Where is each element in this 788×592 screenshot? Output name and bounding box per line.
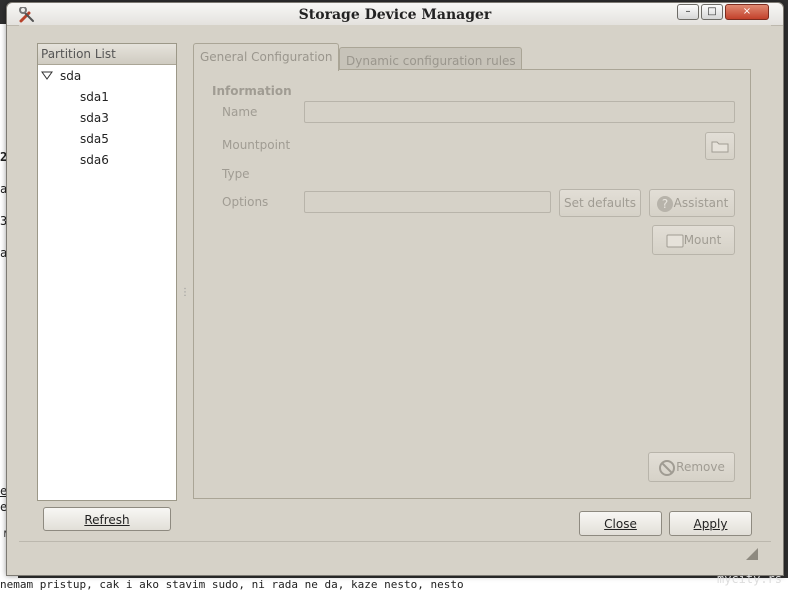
expander-triangle-icon[interactable] (41, 71, 53, 81)
maximize-button[interactable]: □ (701, 4, 723, 20)
tab-general-configuration[interactable]: General Configuration (193, 43, 339, 71)
window-content: Partition List sda sda1 sda3 sda5 sda6 ⋮… (19, 25, 771, 573)
background-text: nemam pristup, cak i ako stavim sudo, ni… (0, 578, 464, 591)
close-window-button[interactable]: × (725, 4, 769, 20)
watermark: mycity.rs (716, 572, 782, 586)
no-entry-icon (659, 459, 676, 476)
minimize-button[interactable]: – (677, 4, 699, 20)
type-label: Type (222, 167, 250, 181)
pane-resize-handle[interactable]: ⋮ (180, 287, 190, 298)
apply-button[interactable]: Apply (669, 511, 752, 536)
browse-folder-button[interactable] (705, 132, 735, 160)
remove-button[interactable]: Remove (648, 452, 735, 482)
tree-item-sda6[interactable]: sda6 (80, 153, 109, 167)
set-defaults-button[interactable]: Set defaults (559, 189, 641, 217)
help-icon: ? (656, 195, 673, 212)
tree-item-sda[interactable]: sda (60, 69, 81, 83)
title-bar[interactable]: Storage Device Manager – □ × (7, 3, 783, 26)
assistant-button[interactable]: ? Assistant (649, 189, 735, 217)
footer-separator (19, 541, 771, 542)
remove-label: Remove (676, 460, 725, 474)
name-label: Name (222, 105, 258, 119)
mount-label: Mount (683, 233, 722, 247)
resize-grip-icon[interactable] (745, 547, 759, 561)
drive-icon (666, 234, 684, 247)
refresh-button[interactable]: Refresh (43, 507, 171, 531)
background-text-strip: nemam pristup, cak i ako stavim sudo, ni… (0, 578, 788, 592)
general-configuration-panel: Information Name Mountpoint Type Options… (193, 69, 751, 499)
name-input[interactable] (304, 101, 735, 123)
assistant-label: Assistant (673, 196, 729, 210)
storage-device-manager-window: Storage Device Manager – □ × Partition L… (6, 2, 784, 576)
section-title: Information (212, 84, 292, 98)
window-title: Storage Device Manager (298, 7, 492, 23)
options-label: Options (222, 195, 269, 209)
tree-item-sda5[interactable]: sda5 (80, 132, 109, 146)
svg-text:?: ? (661, 197, 667, 211)
tree-item-sda1[interactable]: sda1 (80, 90, 109, 104)
tree-item-sda3[interactable]: sda3 (80, 111, 109, 125)
partition-list-header[interactable]: Partition List (38, 44, 176, 65)
options-input[interactable] (304, 191, 551, 213)
partition-list[interactable]: Partition List sda sda1 sda3 sda5 sda6 (37, 43, 177, 501)
mountpoint-label: Mountpoint (222, 138, 291, 152)
mount-button[interactable]: Mount (652, 225, 735, 255)
close-button[interactable]: Close (579, 511, 662, 536)
folder-icon (711, 141, 729, 152)
